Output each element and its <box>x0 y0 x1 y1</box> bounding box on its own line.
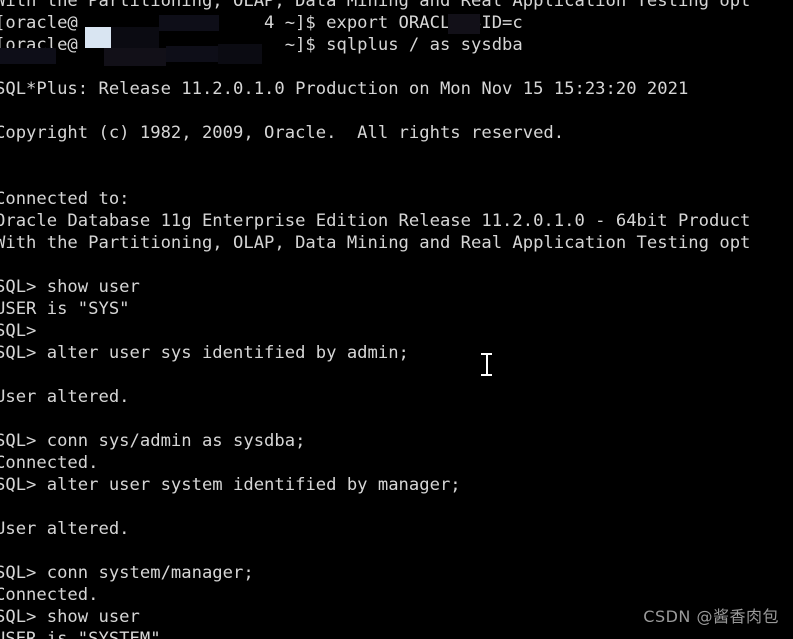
terminal-line-connected-to: Connected to: <box>0 189 130 209</box>
terminal-line-blank-2 <box>0 100 793 122</box>
terminal-line-prompt-empty: SQL> <box>0 321 37 341</box>
terminal-line-blank-5 <box>0 254 793 276</box>
terminal-line-blank-7 <box>0 408 793 430</box>
terminal-output: With the Partitioning, OLAP, Data Mining… <box>0 0 793 639</box>
terminal-line-blank-6 <box>0 364 793 386</box>
terminal-line-cmd-alter-system: SQL> alter user system identified by man… <box>0 475 461 495</box>
terminal-line-prompt-sqlplus: [oracle@ ~]$ sqlplus / as sysdba <box>0 35 523 55</box>
terminal-line-out-user-altered-1: User altered. <box>0 387 130 407</box>
terminal-line-db-version: Oracle Database 11g Enterprise Edition R… <box>0 211 751 231</box>
terminal-line-out-user-altered-2: User altered. <box>0 519 130 539</box>
terminal-line-blank-3 <box>0 144 793 166</box>
terminal-line-prompt-export-sid: [oracle@ 4 ~]$ export ORACLE_SID=c <box>0 13 523 33</box>
terminal-line-blank-4 <box>0 166 793 188</box>
terminal-line-blank-8 <box>0 496 793 518</box>
terminal-line-banner-options-top: With the Partitioning, OLAP, Data Mining… <box>0 0 751 11</box>
terminal-line-out-user-system: USER is "SYSTEM" <box>0 629 161 639</box>
terminal-line-cmd-show-user-1: SQL> show user <box>0 277 140 297</box>
terminal-line-cmd-conn-system: SQL> conn system/manager; <box>0 563 254 583</box>
terminal-line-cmd-conn-sys: SQL> conn sys/admin as sysdba; <box>0 431 306 451</box>
terminal-line-out-user-sys: USER is "SYS" <box>0 299 130 319</box>
terminal-line-out-connected-1: Connected. <box>0 453 99 473</box>
terminal-line-blank-1 <box>0 56 793 78</box>
terminal-line-banner-options: With the Partitioning, OLAP, Data Mining… <box>0 233 751 253</box>
terminal-line-cmd-alter-sys: SQL> alter user sys identified by admin; <box>0 343 409 363</box>
terminal-window[interactable]: With the Partitioning, OLAP, Data Mining… <box>0 0 793 639</box>
terminal-line-sqlplus-release: SQL*Plus: Release 11.2.0.1.0 Production … <box>0 79 689 99</box>
csdn-watermark: CSDN @酱香肉包 <box>643 607 779 626</box>
terminal-line-copyright: Copyright (c) 1982, 2009, Oracle. All ri… <box>0 123 565 143</box>
terminal-line-blank-9 <box>0 540 793 562</box>
